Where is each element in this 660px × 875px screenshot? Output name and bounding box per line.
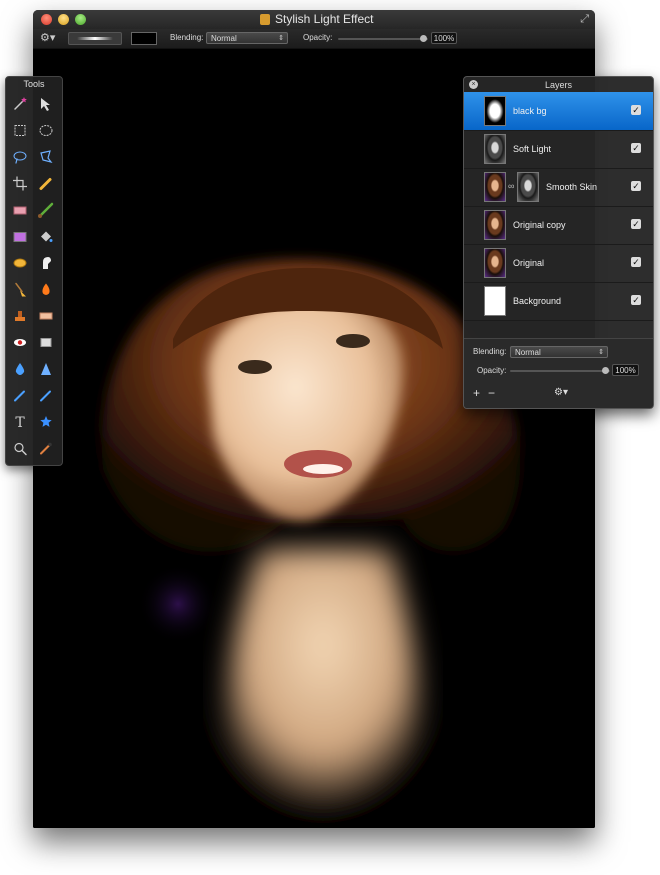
crop-icon[interactable] — [12, 176, 28, 192]
layer-name: Smooth Skin — [546, 182, 598, 192]
pen-icon[interactable] — [38, 388, 54, 404]
layers-panel: × Layers black bg ✓ Soft Light ✓ ∞ Smooth Ski… — [463, 76, 654, 409]
zoom-window-button[interactable] — [75, 14, 86, 25]
brush-stroke-icon — [77, 37, 113, 40]
layer-visibility-checkbox[interactable]: ✓ — [631, 295, 641, 305]
move-icon[interactable] — [38, 96, 54, 112]
layers-footer: Blending: Normal ⇕ Opacity: 100% + − ⚙▾ — [464, 338, 653, 408]
layer-opacity-knob[interactable] — [602, 367, 609, 374]
updown-arrows-icon: ⇕ — [278, 35, 284, 42]
tools-title: Tools — [23, 79, 45, 89]
layer-name: Background — [513, 296, 562, 306]
blending-select-value: Normal — [211, 34, 237, 43]
left-eye — [238, 360, 272, 374]
layer-name: black bg — [513, 106, 547, 116]
color-swatch[interactable] — [131, 32, 157, 45]
layer-blending-select[interactable]: Normal ⇕ — [510, 346, 608, 358]
layer-opacity-value[interactable]: 100% — [612, 364, 639, 376]
layer-blending-label: Blending: — [473, 347, 507, 356]
color-pill-icon[interactable] — [12, 255, 28, 271]
layer-name: Original — [513, 258, 545, 268]
tool-options-bar: ⚙▾ Blending: Normal ⇕ Opacity: 100% — [33, 29, 595, 49]
blending-label: Blending: — [170, 33, 204, 42]
layer-blending-value: Normal — [515, 348, 541, 357]
water-drop-icon[interactable] — [12, 361, 28, 377]
layer-row[interactable]: black bg ✓ — [464, 92, 653, 131]
layer-row[interactable]: Soft Light ✓ — [464, 130, 653, 169]
layer-row[interactable]: ∞ Smooth Skin ✓ — [464, 168, 653, 207]
layer-mask-thumbnail[interactable] — [517, 172, 539, 202]
layer-thumbnail — [484, 210, 506, 240]
layer-thumbnail — [484, 134, 506, 164]
updown-arrows-icon: ⇕ — [598, 349, 604, 356]
opacity-label: Opacity: — [303, 33, 333, 42]
text-icon[interactable]: T — [12, 414, 28, 431]
link-chain-icon[interactable]: ∞ — [508, 180, 514, 192]
layer-row[interactable]: Background ✓ — [464, 282, 653, 321]
layers-title: Layers — [544, 80, 572, 90]
lasso-icon[interactable] — [12, 149, 28, 165]
neck — [223, 549, 423, 824]
layer-name: Original copy — [513, 220, 566, 230]
layer-opacity-label: Opacity: — [477, 366, 507, 375]
gear-glyph: ⚙ — [554, 387, 563, 398]
layer-visibility-checkbox[interactable]: ✓ — [631, 105, 641, 115]
smudge-icon[interactable] — [38, 255, 54, 271]
star-icon[interactable] — [38, 414, 54, 430]
layer-opacity-track[interactable] — [510, 370, 610, 372]
broom-icon[interactable] — [12, 282, 28, 298]
polygon-lasso-icon[interactable] — [38, 149, 54, 165]
blending-select[interactable]: Normal ⇕ — [206, 32, 288, 44]
title-bar: Stylish Light Effect ⤢ — [33, 10, 595, 29]
layer-thumbnail — [484, 286, 506, 316]
layer-thumbnail — [484, 172, 506, 202]
bandage-icon[interactable] — [38, 308, 54, 324]
remove-layer-icon[interactable]: − — [488, 387, 495, 399]
pencil-icon[interactable] — [38, 176, 54, 192]
tools-grid: T — [12, 96, 54, 457]
window-title: Stylish Light Effect — [275, 12, 374, 26]
layer-visibility-checkbox[interactable]: ✓ — [631, 181, 641, 191]
layer-thumbnail — [484, 248, 506, 278]
red-eye-icon[interactable] — [12, 335, 28, 351]
document-icon — [260, 14, 270, 25]
minimize-window-button[interactable] — [58, 14, 69, 25]
opacity-slider-track[interactable] — [338, 38, 428, 40]
opacity-slider-knob[interactable] — [420, 35, 427, 42]
brush-icon[interactable] — [38, 202, 54, 218]
pen-icon[interactable] — [12, 388, 28, 404]
layer-options-gear-icon[interactable]: ⚙▾ — [554, 387, 568, 399]
svg-text:T: T — [15, 415, 25, 431]
ellipse-select-icon[interactable] — [38, 123, 54, 139]
right-eye — [336, 334, 370, 348]
tools-panel: Tools T — [5, 76, 63, 466]
brush-preview[interactable] — [68, 32, 122, 45]
fullscreen-icon[interactable]: ⤢ — [580, 14, 589, 25]
teeth — [303, 464, 343, 474]
add-layer-icon[interactable]: + — [473, 387, 480, 399]
rectangle-select-icon[interactable] — [12, 123, 28, 139]
layer-row[interactable]: Original copy ✓ — [464, 206, 653, 245]
magic-wand-icon[interactable] — [12, 96, 28, 112]
purple-glow — [138, 564, 218, 644]
paint-bucket-icon[interactable] — [38, 229, 54, 245]
cone-icon[interactable] — [38, 361, 54, 377]
layer-visibility-checkbox[interactable]: ✓ — [631, 143, 641, 153]
burn-icon[interactable] — [38, 282, 54, 298]
layer-thumbnail — [484, 96, 506, 126]
gradient-icon[interactable] — [12, 229, 28, 245]
eraser-icon[interactable] — [12, 202, 28, 218]
opacity-value[interactable]: 100% — [431, 32, 457, 44]
layer-visibility-checkbox[interactable]: ✓ — [631, 257, 641, 267]
eyedropper-icon[interactable] — [38, 441, 54, 457]
layer-visibility-checkbox[interactable]: ✓ — [631, 219, 641, 229]
gear-menu-icon[interactable]: ⚙▾ — [40, 32, 55, 44]
layer-name: Soft Light — [513, 144, 552, 154]
layer-row[interactable]: Original ✓ — [464, 244, 653, 283]
eraser-block-icon[interactable] — [38, 335, 54, 351]
zoom-icon[interactable] — [12, 441, 28, 457]
close-window-button[interactable] — [41, 14, 52, 25]
stamp-icon[interactable] — [12, 308, 28, 324]
